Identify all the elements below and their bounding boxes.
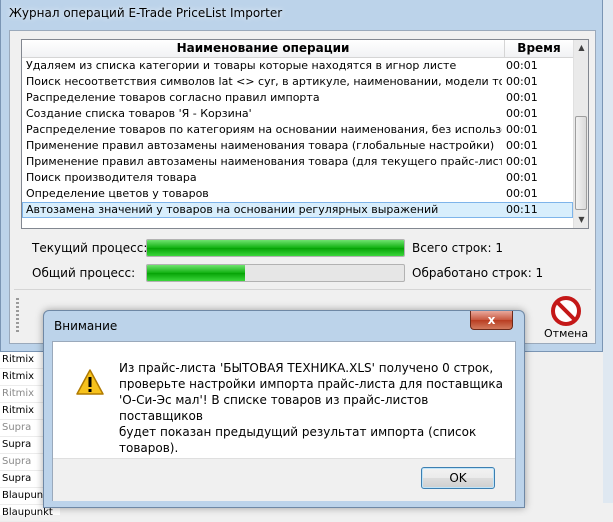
table-row[interactable]: Автозамена значений у товаров на основан… bbox=[22, 202, 573, 218]
total-process-fill bbox=[147, 265, 245, 281]
table-row[interactable]: Поиск производителя товара 00:01 bbox=[22, 170, 573, 186]
operations-log-window: Журнал операций E-Trade PriceList Import… bbox=[0, 0, 603, 352]
scroll-down-icon[interactable]: ▼ bbox=[574, 212, 588, 228]
time-cell: 00:01 bbox=[506, 75, 538, 88]
table-row[interactable]: Применение правил автозамены наименовани… bbox=[22, 154, 573, 170]
operation-cell: Удаляем из списка категории и товары кот… bbox=[26, 59, 457, 72]
dialog-footer: OK bbox=[53, 458, 515, 501]
scroll-up-icon[interactable]: ▲ bbox=[574, 40, 588, 56]
table-row[interactable]: Удаляем из списка категории и товары кот… bbox=[22, 58, 573, 74]
column-header-time[interactable]: Время bbox=[505, 40, 573, 57]
current-process-label: Текущий процесс: bbox=[32, 241, 148, 255]
operation-cell: Создание списка товаров 'Я - Корзина' bbox=[26, 107, 252, 120]
operations-list[interactable]: Наименование операции Время Удаляем из с… bbox=[21, 39, 589, 229]
table-row[interactable]: Определение цветов у товаров 00:01 bbox=[22, 186, 573, 202]
dialog-message-line: проверьте настройки импорта прайс-листа … bbox=[119, 377, 504, 391]
operation-cell: Применение правил автозамены наименовани… bbox=[26, 155, 502, 168]
dialog-body: Из прайс-листа 'БЫТОВАЯ ТЕХНИКА.XLS' пол… bbox=[52, 341, 516, 501]
table-row[interactable]: Распределение товаров по категориям на о… bbox=[22, 122, 573, 138]
dialog-message-line: 'О-Си-Эс мал'! В списке товаров из прайс… bbox=[119, 393, 429, 423]
cancel-icon bbox=[551, 296, 581, 326]
current-process-fill bbox=[147, 240, 404, 256]
table-row[interactable]: Распределение товаров согласно правил им… bbox=[22, 90, 573, 106]
dialog-message-line: будет показан предыдущий результат импор… bbox=[119, 425, 477, 455]
time-cell: 00:01 bbox=[506, 171, 538, 184]
list-header: Наименование операции Время bbox=[22, 40, 573, 58]
operation-cell: Распределение товаров по категориям на о… bbox=[26, 123, 502, 136]
cancel-label: Отмена bbox=[544, 327, 589, 340]
time-cell: 00:01 bbox=[506, 123, 538, 136]
time-cell: 00:11 bbox=[506, 203, 538, 216]
vertical-scrollbar[interactable]: ▲ ▼ bbox=[573, 40, 588, 228]
operation-cell: Применение правил автозамены наименовани… bbox=[26, 139, 495, 152]
operation-cell: Автозамена значений у товаров на основан… bbox=[26, 203, 439, 216]
dialog-message-line: Из прайс-листа 'БЫТОВАЯ ТЕХНИКА.XLS' пол… bbox=[119, 361, 494, 375]
operations-rows: Удаляем из списка категории и товары кот… bbox=[22, 58, 573, 218]
table-row[interactable]: Применение правил автозамены наименовани… bbox=[22, 138, 573, 154]
time-cell: 00:01 bbox=[506, 59, 538, 72]
time-cell: 00:01 bbox=[506, 155, 538, 168]
time-cell: 00:01 bbox=[506, 91, 538, 104]
time-cell: 00:01 bbox=[506, 107, 538, 120]
operation-cell: Распределение товаров согласно правил им… bbox=[26, 91, 320, 104]
window-client-area: Наименование операции Время Удаляем из с… bbox=[9, 30, 596, 344]
operation-cell: Поиск производителя товара bbox=[26, 171, 197, 184]
dialog-close-button[interactable]: x bbox=[470, 311, 513, 330]
dialog-message: Из прайс-листа 'БЫТОВАЯ ТЕХНИКА.XLS' пол… bbox=[119, 360, 509, 456]
toolbar-grip[interactable] bbox=[16, 298, 19, 334]
dialog-title: Внимание bbox=[54, 319, 118, 333]
rows-total-text: Всего строк: 1 bbox=[412, 241, 503, 255]
current-process-bar bbox=[146, 239, 405, 257]
warning-dialog: Внимание x Из прайс-листа 'БЫТОВАЯ ТЕХНИ… bbox=[43, 310, 525, 508]
time-cell: 00:01 bbox=[506, 139, 538, 152]
ok-button[interactable]: OK bbox=[421, 467, 495, 489]
warning-icon bbox=[76, 369, 104, 395]
column-header-operation[interactable]: Наименование операции bbox=[22, 40, 505, 57]
cancel-button[interactable]: Отмена bbox=[544, 294, 588, 340]
table-row[interactable]: Создание списка товаров 'Я - Корзина' 00:… bbox=[22, 106, 573, 122]
background-app-edge bbox=[603, 0, 613, 515]
window-title: Журнал операций E-Trade PriceList Import… bbox=[9, 6, 283, 20]
operation-cell: Поиск несоответствия символов lat <> cyr… bbox=[26, 75, 502, 88]
time-cell: 00:01 bbox=[506, 187, 538, 200]
total-process-label: Общий процесс: bbox=[32, 266, 136, 280]
operation-cell: Определение цветов у товаров bbox=[26, 187, 209, 200]
scroll-thumb[interactable] bbox=[575, 116, 587, 210]
total-process-bar bbox=[146, 264, 405, 282]
table-row[interactable]: Поиск несоответствия символов lat <> cyr… bbox=[22, 74, 573, 90]
rows-processed-text: Обработано строк: 1 bbox=[412, 266, 544, 280]
